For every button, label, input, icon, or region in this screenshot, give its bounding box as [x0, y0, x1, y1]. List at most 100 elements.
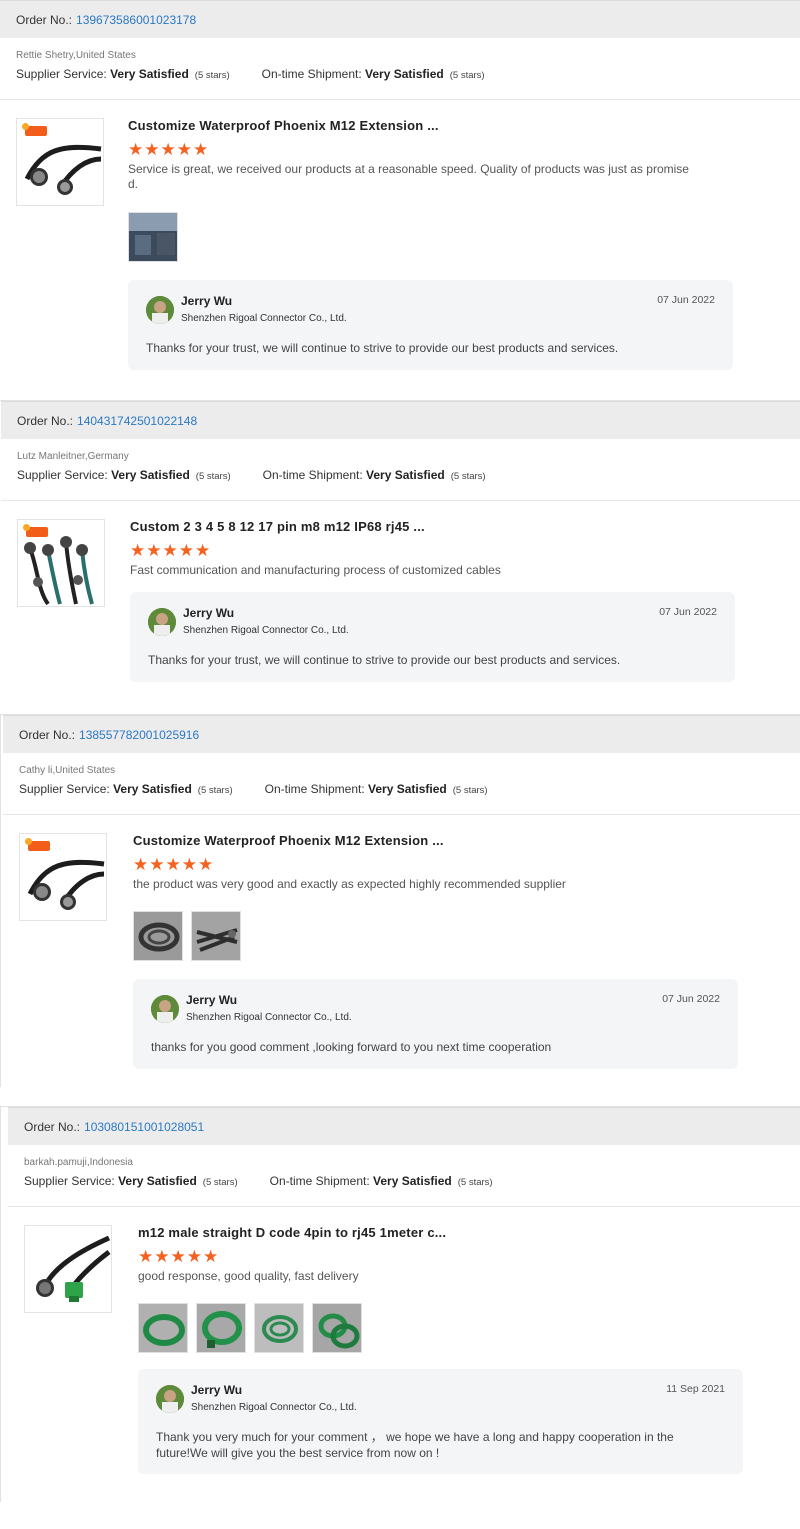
review-photos [133, 911, 741, 961]
service-ratings: Supplier Service: Very Satisfied (5 stars… [24, 1174, 785, 1188]
order-number-link[interactable]: 103080151001028051 [84, 1120, 204, 1134]
supplier-service-stars: (5 stars) [197, 785, 233, 796]
star-icon: ★ [176, 140, 192, 159]
star-icon: ★ [138, 1247, 154, 1266]
reply-date: 07 Jun 2022 [662, 993, 720, 1005]
star-icon: ★ [165, 855, 181, 874]
supplier-service-value: Very Satisfied [118, 1174, 197, 1188]
product-thumbnail[interactable] [24, 1225, 112, 1313]
reply-company: Shenzhen Rigoal Connector Co., Ltd. [186, 1012, 352, 1023]
reply-text: Thank you very much for your comment ， w… [156, 1430, 674, 1460]
shipment-label: On-time Shipment: [269, 1174, 370, 1188]
avatar [146, 296, 174, 324]
supplier-reply: Jerry Wu Shenzhen Rigoal Connector Co., … [133, 979, 738, 1069]
product-thumbnail[interactable] [17, 519, 105, 607]
order-bar: Order No.: 140431742501022148 [1, 401, 800, 439]
order-number-link[interactable]: 139673586001023178 [76, 13, 196, 27]
supplier-service-label: Supplier Service: [19, 782, 110, 796]
shipment-value: Very Satisfied [368, 782, 447, 796]
star-icon: ★ [186, 1247, 202, 1266]
review-photo[interactable] [191, 911, 241, 961]
order-bar: Order No.: 138557782001025916 [3, 715, 800, 753]
reply-company: Shenzhen Rigoal Connector Co., Ltd. [191, 1402, 357, 1413]
avatar [148, 608, 176, 636]
star-icon: ★ [133, 855, 149, 874]
cable-image [36, 1235, 111, 1302]
shipment-stars: (5 stars) [449, 70, 485, 81]
review-photo[interactable] [133, 911, 183, 961]
review-photos [128, 212, 740, 262]
order-label: Order No.: [16, 12, 73, 27]
supplier-service-value: Very Satisfied [113, 782, 192, 796]
review-comment: the product was very good and exactly as… [133, 877, 566, 891]
order-label: Order No.: [24, 1119, 81, 1134]
reply-company: Shenzhen Rigoal Connector Co., Ltd. [181, 313, 347, 324]
shipment-label: On-time Shipment: [261, 67, 362, 81]
review-card: Order No.: 140431742501022148 Lutz Manle… [0, 400, 800, 713]
review-photo[interactable] [312, 1303, 362, 1353]
shipment-stars: (5 stars) [452, 785, 488, 796]
supplier-reply: Jerry Wu Shenzhen Rigoal Connector Co., … [128, 280, 733, 370]
reply-author: Jerry Wu [183, 606, 235, 620]
review-photo[interactable] [128, 212, 178, 262]
product-thumbnail[interactable] [16, 118, 104, 206]
star-icon: ★ [181, 855, 197, 874]
star-icon: ★ [149, 855, 165, 874]
order-number-link[interactable]: 138557782001025916 [79, 728, 199, 742]
review-card: Order No.: 139673586001023178 Rettie She… [0, 0, 800, 395]
reply-date: 11 Sep 2021 [666, 1383, 725, 1395]
review-photo[interactable] [196, 1303, 246, 1353]
order-label: Order No.: [19, 727, 76, 742]
product-thumbnail[interactable] [19, 833, 107, 921]
shipment-value: Very Satisfied [373, 1174, 452, 1188]
rating-stars: ★ ★ ★ ★ ★ [128, 141, 740, 158]
hot-badge-icon [22, 123, 47, 136]
buyer-info: barkah.pamuji,Indonesia Supplier Service… [8, 1145, 800, 1207]
supplier-reply: Jerry Wu Shenzhen Rigoal Connector Co., … [130, 592, 735, 682]
shipment-value: Very Satisfied [365, 67, 444, 81]
review-photo[interactable] [138, 1303, 188, 1353]
star-icon: ★ [146, 541, 162, 560]
star-icon: ★ [193, 140, 209, 159]
service-ratings: Supplier Service: Very Satisfied (5 stars… [16, 67, 784, 81]
rating-stars: ★ ★ ★ ★ ★ [130, 542, 740, 559]
supplier-service-value: Very Satisfied [111, 468, 190, 482]
reply-text: Thanks for your trust, we will continue … [146, 341, 619, 355]
star-icon: ★ [198, 855, 214, 874]
product-title-link[interactable]: Customize Waterproof Phoenix M12 Extensi… [133, 833, 741, 848]
supplier-reply: Jerry Wu Shenzhen Rigoal Connector Co., … [138, 1369, 743, 1474]
buyer-name: Cathy li,United States [19, 765, 116, 776]
rating-stars: ★ ★ ★ ★ ★ [133, 856, 741, 873]
shipment-label: On-time Shipment: [264, 782, 365, 796]
supplier-service-stars: (5 stars) [194, 70, 230, 81]
buyer-info: Cathy li,United States Supplier Service:… [3, 753, 800, 815]
review-card: Order No.: 138557782001025916 Cathy li,U… [0, 714, 800, 1087]
avatar [151, 995, 179, 1023]
star-icon: ★ [144, 140, 160, 159]
order-bar: Order No.: 139673586001023178 [0, 0, 800, 38]
shipment-value: Very Satisfied [366, 468, 445, 482]
order-label: Order No.: [17, 413, 74, 428]
product-title-link[interactable]: m12 male straight D code 4pin to rj45 1m… [138, 1225, 741, 1240]
shipment-stars: (5 stars) [457, 1177, 493, 1188]
avatar [156, 1385, 184, 1413]
order-number-link[interactable]: 140431742501022148 [77, 414, 197, 428]
star-icon: ★ [170, 1247, 186, 1266]
buyer-name: Rettie Shetry,United States [16, 50, 136, 61]
review-comment: Service is great, we received our produc… [128, 162, 689, 191]
reply-date: 07 Jun 2022 [659, 606, 717, 618]
review-comment: Fast communication and manufacturing pro… [130, 563, 501, 577]
product-title-link[interactable]: Custom 2 3 4 5 8 12 17 pin m8 m12 IP68 r… [130, 519, 740, 534]
product-title-link[interactable]: Customize Waterproof Phoenix M12 Extensi… [128, 118, 740, 133]
buyer-name: Lutz Manleitner,Germany [17, 451, 129, 462]
star-icon: ★ [203, 1247, 219, 1266]
buyer-info: Rettie Shetry,United States Supplier Ser… [0, 38, 800, 100]
star-icon: ★ [154, 1247, 170, 1266]
buyer-info: Lutz Manleitner,Germany Supplier Service… [1, 439, 800, 501]
supplier-service-stars: (5 stars) [195, 471, 231, 482]
supplier-service-label: Supplier Service: [17, 468, 108, 482]
review-photo[interactable] [254, 1303, 304, 1353]
order-bar: Order No.: 103080151001028051 [8, 1107, 800, 1145]
star-icon: ★ [178, 541, 194, 560]
reply-author: Jerry Wu [186, 993, 238, 1007]
